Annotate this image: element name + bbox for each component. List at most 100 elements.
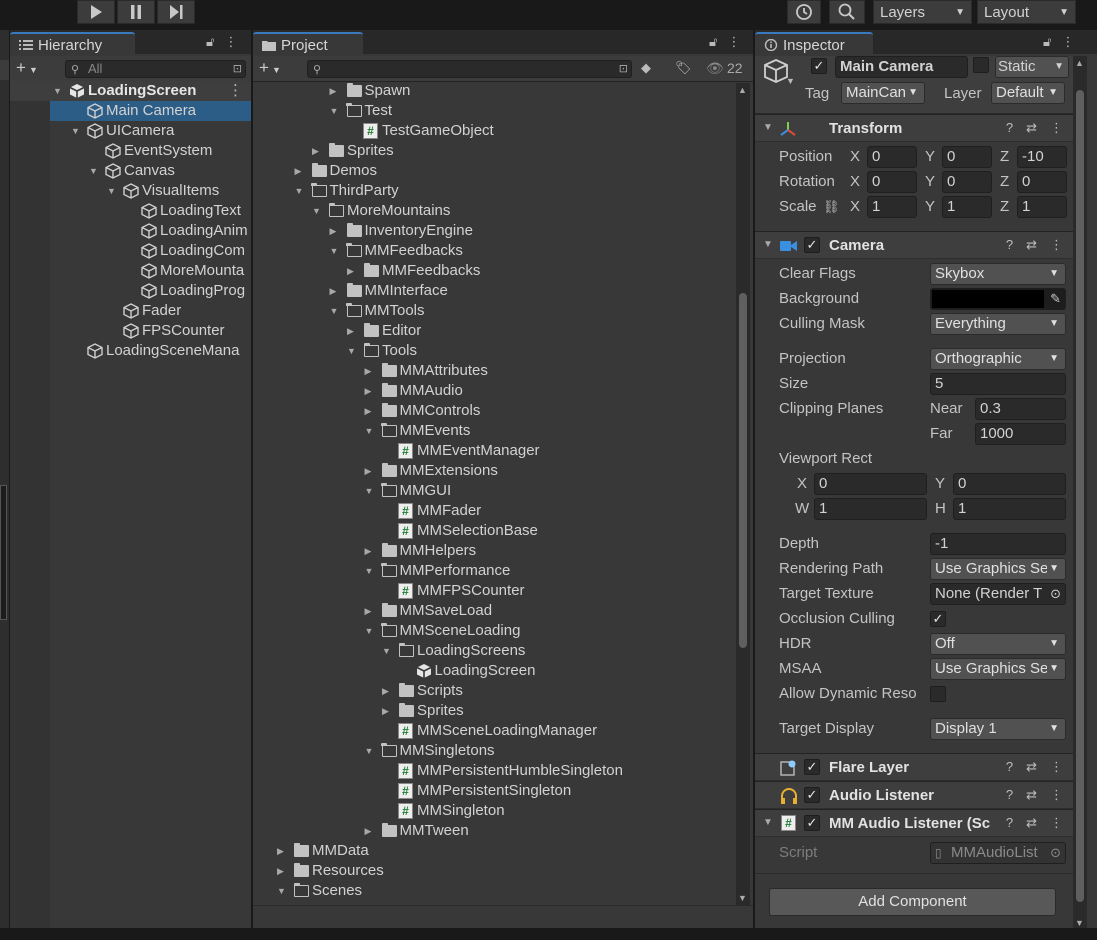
expand-down-icon[interactable]: ▼: [295, 181, 305, 201]
expand-right-icon[interactable]: ▶: [330, 281, 340, 301]
tab-project[interactable]: Project: [253, 32, 363, 56]
preset-icon[interactable]: ⇄: [1026, 759, 1037, 775]
tree-item[interactable]: ▶ InventoryEngine: [253, 221, 735, 241]
more-icon[interactable]: ⋮: [1050, 787, 1063, 803]
script-item[interactable]: # MMSelectionBase: [253, 521, 735, 541]
tree-item[interactable]: ▶ MMData: [253, 841, 735, 861]
filter-label-icon[interactable]: 🏷︎: [675, 60, 692, 76]
transform-rotation-z-field[interactable]: 0: [1017, 171, 1067, 193]
tree-item[interactable]: ▼ MMSingletons: [253, 741, 735, 761]
tree-item[interactable]: ▼ Tools: [253, 341, 735, 361]
help-icon[interactable]: ?: [1006, 120, 1013, 136]
scene-search-icon[interactable]: ⊡: [619, 61, 628, 77]
near-field[interactable]: 0.3: [975, 398, 1066, 420]
tree-item[interactable]: ▶ Sprites: [253, 141, 735, 161]
help-icon[interactable]: ?: [1006, 759, 1013, 775]
link-icon[interactable]: ⛓: [823, 195, 840, 219]
more-icon[interactable]: ⋮: [1050, 815, 1063, 831]
tree-item[interactable]: ▶ Editor: [253, 321, 735, 341]
script-item[interactable]: # MMSceneLoadingManager: [253, 721, 735, 741]
tree-item[interactable]: ▶ MMAttributes: [253, 361, 735, 381]
tree-item[interactable]: ▼ MMFeedbacks: [253, 241, 735, 261]
preset-icon[interactable]: ⇄: [1026, 120, 1037, 136]
expand-down-icon[interactable]: ▼: [330, 301, 340, 321]
script-item[interactable]: # MMPersistentHumbleSingleton: [253, 761, 735, 781]
lock-icon[interactable]: 🔓︎: [709, 34, 717, 50]
help-icon[interactable]: ?: [1006, 787, 1013, 803]
more-icon[interactable]: ⋮: [727, 34, 740, 50]
create-button[interactable]: + ▼: [16, 58, 38, 78]
transform-scale-y-field[interactable]: 1: [942, 196, 992, 218]
expand-down-icon[interactable]: ▼: [71, 121, 81, 141]
object-name-field[interactable]: Main Camera: [835, 56, 968, 78]
layer-dropdown[interactable]: Default ▼: [991, 82, 1065, 104]
tree-item[interactable]: ▼ MMGUI: [253, 481, 735, 501]
tree-item[interactable]: ▶ MMExtensions: [253, 461, 735, 481]
script-item[interactable]: # MMSingleton: [253, 801, 735, 821]
tree-item[interactable]: ▶ MMAudio: [253, 381, 735, 401]
camera-enabled-checkbox[interactable]: ✓: [804, 237, 820, 253]
rendering-path-dropdown[interactable]: Use Graphics Se ▼: [930, 558, 1066, 580]
allow-dynamic-resolution-checkbox[interactable]: [930, 686, 946, 702]
hierarchy-search-input[interactable]: ⚲ All ⊡: [65, 60, 246, 78]
expand-down-icon[interactable]: ▼: [107, 181, 117, 201]
tree-item[interactable]: ▼ MMEvents: [253, 421, 735, 441]
target-display-dropdown[interactable]: Display 1 ▼: [930, 718, 1066, 740]
tree-item[interactable]: ▼ MoreMountains: [253, 201, 735, 221]
expand-down-icon[interactable]: ▼: [53, 81, 63, 101]
tree-item[interactable]: ▼ LoadingScreen ⋮: [10, 81, 251, 101]
preset-icon[interactable]: ⇄: [1026, 815, 1037, 831]
background-color-field[interactable]: ✎: [930, 288, 1066, 310]
tree-item[interactable]: ▶ MMTween: [253, 821, 735, 841]
expand-right-icon[interactable]: ▶: [295, 161, 305, 181]
tree-item[interactable]: ▼ ThirdParty: [253, 181, 735, 201]
expand-right-icon[interactable]: ▶: [365, 541, 375, 561]
tree-item[interactable]: ▶ Demos: [253, 161, 735, 181]
far-field[interactable]: 1000: [975, 423, 1066, 445]
active-checkbox[interactable]: ✓: [811, 58, 827, 74]
expand-right-icon[interactable]: ▶: [277, 861, 287, 881]
expand-down-icon[interactable]: ▼: [365, 621, 375, 641]
tree-item[interactable]: ▼ MMTools: [253, 301, 735, 321]
expand-right-icon[interactable]: ▶: [365, 401, 375, 421]
transform-header[interactable]: ▼ Transform ? ⇄ ⋮: [755, 114, 1073, 142]
expand-down-icon[interactable]: ▼: [347, 341, 357, 361]
expand-right-icon[interactable]: ▶: [382, 681, 392, 701]
project-search-input[interactable]: ⚲ ⊡: [307, 60, 632, 78]
camera-header[interactable]: ▼ ✓ Camera ? ⇄ ⋮: [755, 231, 1073, 259]
expand-right-icon[interactable]: ▶: [365, 361, 375, 381]
expand-down-icon[interactable]: ▼: [382, 641, 392, 661]
scroll-thumb[interactable]: [1076, 90, 1084, 902]
mm-audio-listener-header[interactable]: ▼ # ✓ MM Audio Listener (Sc ? ⇄ ⋮: [755, 809, 1073, 837]
preset-icon[interactable]: ⇄: [1026, 787, 1037, 803]
tree-item[interactable]: ▶ MMInterface: [253, 281, 735, 301]
step-button[interactable]: [157, 0, 195, 24]
tree-item[interactable]: ▶ Resources: [253, 861, 735, 881]
tree-item[interactable]: ▶ MMFeedbacks: [253, 261, 735, 281]
clear-flags-dropdown[interactable]: Skybox ▼: [930, 263, 1066, 285]
transform-position-y-field[interactable]: 0: [942, 146, 992, 168]
filter-type-icon[interactable]: ◆: [641, 60, 651, 76]
msaa-dropdown[interactable]: Use Graphics Se ▼: [930, 658, 1066, 680]
expand-right-icon[interactable]: ▶: [277, 841, 287, 861]
script-item[interactable]: # TestGameObject: [253, 121, 735, 141]
expand-down-icon[interactable]: ▼: [365, 481, 375, 501]
static-dropdown[interactable]: Static ▼: [995, 56, 1069, 78]
scroll-up-icon[interactable]: ▲: [1075, 58, 1084, 68]
eye-icon[interactable]: 👁︎: [706, 60, 724, 77]
search-button[interactable]: [829, 0, 865, 24]
tree-item[interactable]: ▶ Scripts: [253, 681, 735, 701]
flare-layer-checkbox[interactable]: ✓: [804, 759, 820, 775]
static-checkbox[interactable]: [973, 57, 989, 73]
pause-button[interactable]: [117, 0, 155, 24]
tab-inspector[interactable]: Inspector: [755, 32, 873, 56]
expand-right-icon[interactable]: ▶: [365, 601, 375, 621]
expand-right-icon[interactable]: ▶: [382, 701, 392, 721]
transform-scale-x-field[interactable]: 1: [867, 196, 917, 218]
scroll-up-icon[interactable]: ▲: [738, 85, 747, 95]
layers-dropdown[interactable]: Layers ▼: [873, 0, 972, 24]
tree-item[interactable]: ▼ Scenes: [253, 881, 735, 901]
tree-item[interactable]: ▶ Spawn: [253, 81, 735, 101]
viewport-y-field[interactable]: 0: [953, 473, 1066, 495]
transform-rotation-x-field[interactable]: 0: [867, 171, 917, 193]
